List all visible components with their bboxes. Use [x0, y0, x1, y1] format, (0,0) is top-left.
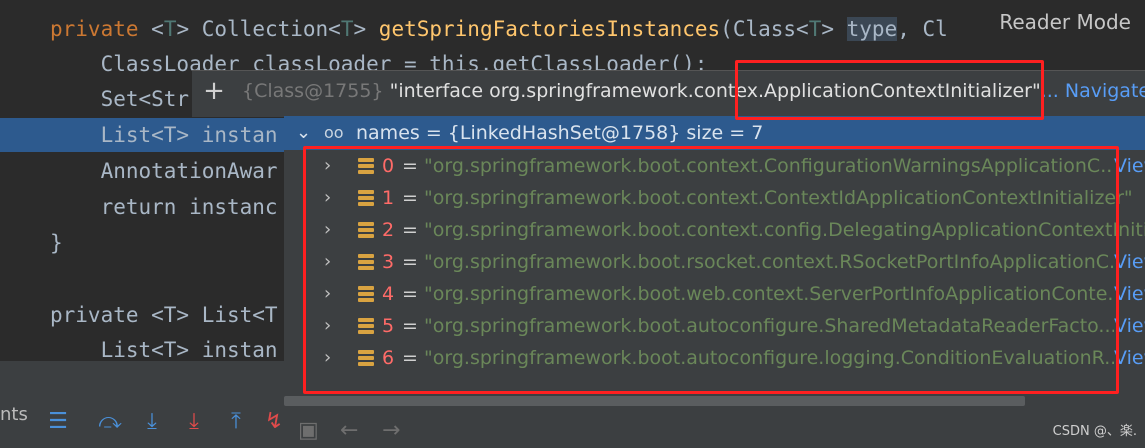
tree-root-names[interactable]: ⌄ oo names = {LinkedHashSet@1758} size =… — [284, 116, 1145, 150]
watch-glasses-icon: oo — [324, 123, 344, 142]
type-param: T — [808, 17, 822, 41]
code-text: AnnotationAwar — [50, 159, 278, 183]
method-name: getSpringFactoriesInstances — [378, 17, 721, 41]
horizontal-scrollbar[interactable] — [284, 396, 1025, 406]
code-token: > Collection< — [176, 17, 341, 41]
navigate-link[interactable]: Navigate — [1065, 80, 1145, 102]
annotation-box-list — [303, 146, 1119, 394]
highlighted-type-param[interactable]: type — [846, 17, 898, 41]
frames-list-icon[interactable]: ☰ — [46, 410, 70, 434]
add-watch-icon[interactable]: + — [202, 78, 226, 104]
drop-frame-icon[interactable]: ↯ — [262, 410, 286, 434]
debug-panel-label: nts — [0, 404, 28, 425]
code-text: return instanc — [50, 195, 278, 219]
popup-nav-bar: ▣ ← → — [284, 412, 1145, 447]
step-out-icon[interactable]: ⤒ — [224, 410, 248, 434]
code-line-1: private <T> Collection<T> getSpringFacto… — [0, 12, 1145, 46]
annotation-box-header — [735, 60, 1044, 120]
watermark: CSDN @、楽. — [1052, 424, 1137, 439]
folder-icon[interactable]: ▣ — [298, 418, 319, 443]
step-over-icon[interactable]: ⤓ — [140, 410, 164, 434]
type-param: T — [163, 17, 177, 41]
code-token: > — [821, 17, 847, 41]
step-into-icon[interactable]: ⤓ — [182, 410, 206, 434]
code-token: > — [353, 17, 379, 41]
value-prefix: "interface org.springframework.contex — [389, 80, 758, 102]
object-id: {Class@1755} — [242, 80, 384, 102]
code-text: private <T> List<T — [50, 303, 278, 327]
code-text: List<T> instan — [50, 123, 278, 147]
keyword-private: private — [50, 17, 139, 41]
reader-mode-toggle[interactable]: Reader Mode — [999, 10, 1131, 34]
show-execution-point-icon[interactable]: ⤼ — [98, 410, 122, 434]
back-arrow-icon[interactable]: ← — [340, 418, 358, 443]
root-label: names = {LinkedHashSet@1758} size = 7 — [356, 122, 764, 144]
code-token: , Cl — [897, 17, 948, 41]
code-token: < — [138, 17, 164, 41]
code-text: } — [50, 231, 63, 255]
forward-arrow-icon[interactable]: → — [382, 418, 400, 443]
chevron-down-icon[interactable]: ⌄ — [296, 116, 311, 150]
code-token: (Class< — [720, 17, 809, 41]
type-param: T — [340, 17, 354, 41]
code-text: Set<Str — [50, 87, 190, 111]
